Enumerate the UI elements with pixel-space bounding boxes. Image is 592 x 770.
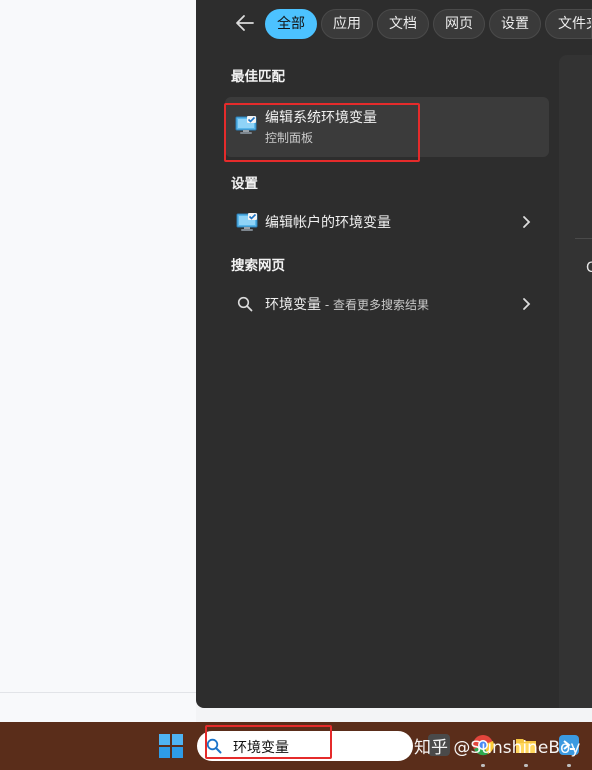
filter-tab-all[interactable]: 全部: [265, 9, 317, 39]
chevron-right-icon[interactable]: [521, 215, 531, 229]
preview-pane: C: [559, 55, 592, 708]
running-indicator: [524, 764, 528, 767]
watermark-text: 知乎 @SunshineBoy: [414, 738, 581, 758]
web-search-query: 环境变量: [265, 297, 321, 313]
window-divider: [0, 692, 196, 693]
search-icon: [237, 296, 253, 312]
background-window: [0, 0, 196, 722]
filter-tab-web[interactable]: 网页: [433, 9, 485, 39]
settings-result-title: 编辑帐户的环境变量: [265, 215, 391, 231]
web-search-result-text: 环境变量 - 查看更多搜索结果: [265, 294, 429, 314]
filter-tab-documents[interactable]: 文档: [377, 9, 429, 39]
web-search-suffix: - 查看更多搜索结果: [321, 298, 429, 312]
filter-tab-settings[interactable]: 设置: [489, 9, 541, 39]
filter-tab-apps[interactable]: 应用: [321, 9, 373, 39]
chevron-right-icon[interactable]: [521, 297, 531, 311]
preview-glyph: C: [586, 260, 592, 276]
filter-tab-folders[interactable]: 文件夹: [545, 9, 592, 39]
monitor-check-icon: [236, 213, 258, 231]
running-indicator: [567, 764, 571, 767]
preview-divider: [575, 238, 592, 239]
highlight-box-search: [205, 725, 332, 759]
settings-heading: 设置: [231, 176, 258, 192]
windows-start-icon[interactable]: [159, 734, 183, 758]
back-arrow-icon[interactable]: [234, 12, 256, 34]
web-search-heading: 搜索网页: [231, 258, 285, 274]
running-indicator: [481, 764, 485, 767]
best-match-heading: 最佳匹配: [231, 69, 285, 85]
highlight-box-best-match: [224, 103, 420, 162]
